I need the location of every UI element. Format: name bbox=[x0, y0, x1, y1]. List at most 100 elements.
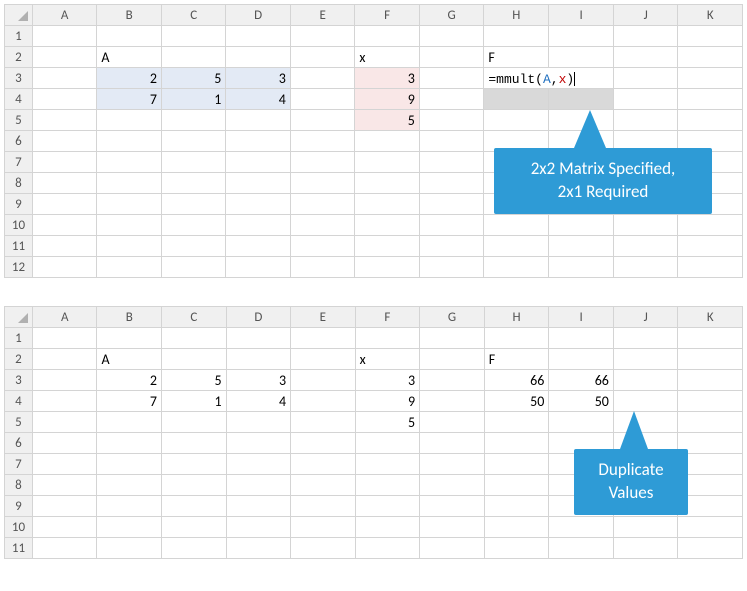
cell[interactable] bbox=[678, 68, 743, 89]
cell[interactable] bbox=[290, 215, 354, 236]
label-x[interactable]: x bbox=[355, 349, 420, 370]
cell[interactable] bbox=[290, 152, 354, 173]
cell[interactable] bbox=[32, 131, 96, 152]
cell[interactable] bbox=[32, 215, 96, 236]
cell[interactable] bbox=[97, 152, 162, 173]
cell[interactable] bbox=[226, 47, 291, 68]
row-header[interactable]: 12 bbox=[5, 257, 33, 278]
cell[interactable] bbox=[419, 26, 484, 47]
cell[interactable] bbox=[549, 412, 614, 433]
cell[interactable] bbox=[161, 215, 225, 236]
cell[interactable] bbox=[226, 475, 291, 496]
cell[interactable] bbox=[32, 517, 97, 538]
row-header[interactable]: 3 bbox=[5, 68, 33, 89]
cell[interactable] bbox=[613, 391, 678, 412]
cell[interactable] bbox=[32, 328, 97, 349]
cell[interactable] bbox=[97, 194, 162, 215]
row-header[interactable]: 9 bbox=[5, 496, 33, 517]
cell[interactable] bbox=[97, 475, 162, 496]
cell[interactable] bbox=[226, 110, 291, 131]
cell[interactable] bbox=[484, 215, 549, 236]
cell[interactable] bbox=[355, 454, 420, 475]
cell[interactable] bbox=[291, 433, 356, 454]
col-header[interactable]: G bbox=[419, 5, 484, 26]
row-header[interactable]: 8 bbox=[5, 475, 33, 496]
cell[interactable] bbox=[226, 131, 291, 152]
matrix-A-cell[interactable]: 4 bbox=[226, 89, 291, 110]
row-header[interactable]: 6 bbox=[5, 131, 33, 152]
cell[interactable] bbox=[32, 496, 97, 517]
cell[interactable] bbox=[226, 328, 291, 349]
col-header[interactable]: E bbox=[291, 307, 356, 328]
cell[interactable] bbox=[420, 349, 485, 370]
cell[interactable] bbox=[484, 433, 549, 454]
cell[interactable] bbox=[226, 349, 291, 370]
cell[interactable] bbox=[97, 454, 162, 475]
cell[interactable] bbox=[226, 152, 291, 173]
col-header[interactable]: B bbox=[97, 307, 162, 328]
cell[interactable] bbox=[419, 89, 484, 110]
cell[interactable] bbox=[678, 412, 743, 433]
cell[interactable] bbox=[162, 538, 227, 559]
cell[interactable] bbox=[678, 391, 743, 412]
cell[interactable] bbox=[355, 475, 420, 496]
cell[interactable] bbox=[355, 257, 419, 278]
cell[interactable] bbox=[484, 236, 549, 257]
cell[interactable] bbox=[484, 328, 549, 349]
cell[interactable] bbox=[32, 194, 96, 215]
active-cell[interactable] bbox=[32, 454, 97, 475]
matrix-A-cell[interactable]: 7 bbox=[97, 89, 162, 110]
cell[interactable] bbox=[32, 391, 97, 412]
col-header[interactable]: D bbox=[226, 5, 291, 26]
cell[interactable] bbox=[32, 257, 96, 278]
cell[interactable] bbox=[161, 26, 225, 47]
matrix-A-cell[interactable]: 1 bbox=[161, 89, 225, 110]
row-header[interactable]: 4 bbox=[5, 89, 33, 110]
cell[interactable] bbox=[97, 236, 162, 257]
cell[interactable] bbox=[614, 89, 678, 110]
cell[interactable] bbox=[549, 538, 614, 559]
cell[interactable] bbox=[419, 215, 484, 236]
result-cell[interactable]: 66 bbox=[484, 370, 549, 391]
matrix-A-cell[interactable]: 3 bbox=[226, 68, 291, 89]
label-F[interactable]: F bbox=[484, 349, 549, 370]
cell[interactable] bbox=[32, 110, 96, 131]
cell[interactable] bbox=[226, 433, 291, 454]
cell[interactable] bbox=[419, 110, 484, 131]
cell[interactable] bbox=[678, 215, 743, 236]
row-header[interactable]: 7 bbox=[5, 152, 33, 173]
cell[interactable] bbox=[484, 454, 549, 475]
cell[interactable] bbox=[614, 47, 678, 68]
cell[interactable] bbox=[484, 110, 549, 131]
cell[interactable] bbox=[678, 517, 743, 538]
cell[interactable] bbox=[290, 47, 354, 68]
cell[interactable] bbox=[420, 370, 485, 391]
label-A[interactable]: A bbox=[97, 349, 162, 370]
cell[interactable] bbox=[226, 517, 291, 538]
cell[interactable] bbox=[420, 538, 485, 559]
cell[interactable] bbox=[355, 433, 420, 454]
cell[interactable] bbox=[678, 538, 743, 559]
matrix-A-cell[interactable]: 7 bbox=[97, 391, 162, 412]
grid-top[interactable]: A B C D E F G H I J K 1 2 A x F 3 bbox=[4, 4, 743, 278]
col-header[interactable]: D bbox=[226, 307, 291, 328]
result-duplicate-cell[interactable]: 50 bbox=[549, 391, 614, 412]
cell[interactable] bbox=[678, 236, 743, 257]
cell[interactable] bbox=[97, 131, 162, 152]
cell[interactable] bbox=[420, 391, 485, 412]
cell[interactable] bbox=[290, 131, 354, 152]
cell[interactable] bbox=[161, 236, 225, 257]
cell[interactable] bbox=[162, 349, 227, 370]
cell[interactable] bbox=[32, 349, 97, 370]
col-header[interactable]: C bbox=[162, 307, 227, 328]
cell[interactable] bbox=[291, 538, 356, 559]
cell[interactable] bbox=[355, 215, 419, 236]
row-header[interactable]: 11 bbox=[5, 538, 33, 559]
cell[interactable] bbox=[613, 538, 678, 559]
label-x[interactable]: x bbox=[355, 47, 419, 68]
cell[interactable] bbox=[290, 68, 354, 89]
cell[interactable] bbox=[32, 538, 97, 559]
cell[interactable] bbox=[614, 236, 678, 257]
cell[interactable] bbox=[162, 475, 227, 496]
cell[interactable] bbox=[226, 538, 291, 559]
